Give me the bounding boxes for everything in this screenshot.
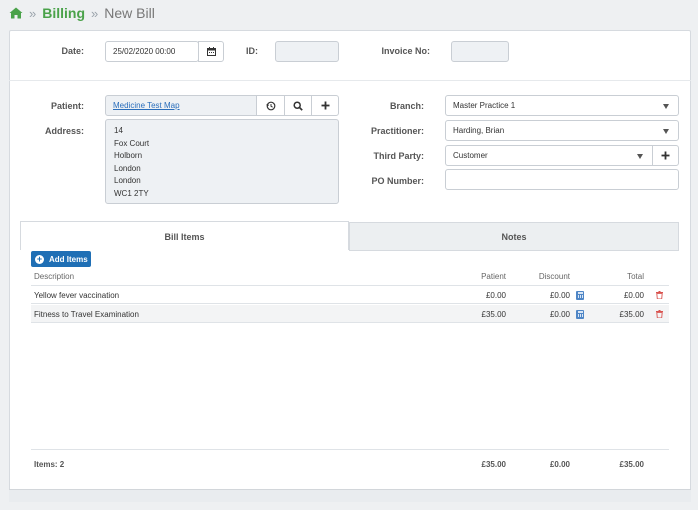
practitioner-label: Practitioner: (370, 126, 424, 136)
grand-total: £35.00 (619, 459, 644, 469)
add-items-label: Add Items (49, 254, 88, 264)
address-line: WC1 2TY (114, 188, 149, 198)
third-party-label: Third Party: (373, 151, 424, 161)
branch-value: Master Practice 1 (453, 101, 516, 110)
breadcrumb-separator: » (91, 5, 99, 21)
calendar-icon (206, 47, 216, 56)
third-party-select[interactable]: Customer (445, 145, 653, 166)
third-party-value: Customer (453, 151, 488, 160)
total-patient: £35.00 (481, 459, 506, 469)
table-row: Fitness to Travel Examination £35.00 £0.… (31, 305, 669, 323)
invoice-no-input[interactable] (451, 41, 509, 62)
third-party-add-button[interactable] (652, 145, 679, 166)
caret-down-icon (637, 153, 643, 159)
total-discount: £0.00 (549, 459, 570, 469)
item-description: Fitness to Travel Examination (34, 309, 139, 319)
address-label: Address: (44, 126, 84, 136)
address-line: Holborn (114, 151, 143, 161)
patient-label: Patient: (50, 101, 84, 111)
practitioner-select[interactable]: Harding, Brian (445, 120, 679, 141)
column-patient: Patient (481, 272, 506, 281)
column-description: Description (34, 272, 75, 281)
items-count: Items: 2 (34, 459, 65, 469)
patient-input[interactable]: Medicine Test Map (105, 95, 257, 116)
tab-notes[interactable]: Notes (349, 222, 679, 251)
plus-circle-icon: + (35, 253, 44, 264)
po-number-input[interactable] (445, 169, 679, 190)
column-total: Total (627, 272, 644, 281)
date-label: Date: (61, 46, 84, 56)
branch-select[interactable]: Master Practice 1 (445, 95, 679, 116)
po-number-label: PO Number: (371, 176, 424, 186)
item-patient: £0.00 (485, 290, 506, 300)
trash-icon (656, 291, 663, 299)
table-row: Yellow fever vaccination £0.00 £0.00 £0.… (31, 286, 669, 304)
item-total: £35.00 (619, 309, 644, 319)
caret-down-icon (663, 128, 669, 134)
tab-bill-items[interactable]: Bill Items (20, 221, 349, 251)
address-line: London (114, 176, 141, 186)
date-input[interactable]: 25/02/2020 00:00 (105, 41, 199, 62)
address-line: 14 (114, 126, 123, 135)
patient-search-button[interactable] (284, 95, 312, 116)
practitioner-value: Harding, Brian (453, 126, 505, 135)
calculator-icon (576, 290, 584, 300)
card-footer (9, 489, 691, 502)
patient-add-button[interactable] (311, 95, 339, 116)
patient-history-button[interactable] (256, 95, 285, 116)
address-line: London (114, 163, 141, 173)
item-discount: £0.00 (549, 290, 570, 300)
address-field[interactable]: 14 Fox Court Holborn London London WC1 2… (105, 119, 339, 204)
item-discount: £0.00 (549, 309, 570, 319)
patient-link[interactable]: Medicine Test Map (113, 101, 180, 110)
caret-down-icon (663, 103, 669, 109)
item-total: £0.00 (623, 290, 644, 300)
item-patient: £35.00 (481, 309, 506, 319)
item-description: Yellow fever vaccination (34, 290, 120, 300)
date-input-value: 25/02/2020 00:00 (113, 47, 176, 56)
divider (9, 80, 691, 81)
search-icon (293, 100, 303, 111)
breadcrumb-current: New Bill (104, 5, 155, 21)
plus-icon (321, 101, 329, 110)
delete-item-button[interactable] (656, 286, 666, 304)
trash-icon (656, 310, 663, 318)
delete-item-button[interactable] (656, 305, 666, 323)
totals-divider (31, 449, 669, 450)
history-icon (266, 101, 275, 110)
breadcrumb-separator: » (29, 5, 37, 21)
invoice-no-label: Invoice No: (381, 46, 430, 56)
breadcrumb: » Billing » New Bill (9, 5, 155, 21)
calculator-icon (576, 309, 584, 319)
breadcrumb-billing[interactable]: Billing (42, 5, 85, 21)
calendar-button[interactable] (198, 41, 224, 62)
branch-label: Branch: (389, 101, 424, 111)
column-discount: Discount (538, 272, 570, 281)
id-label: ID: (246, 46, 258, 56)
add-items-button[interactable]: + Add Items (31, 251, 91, 267)
plus-icon (661, 151, 670, 160)
address-line: Fox Court (114, 138, 150, 148)
home-icon[interactable] (9, 7, 23, 19)
id-input[interactable] (275, 41, 339, 62)
